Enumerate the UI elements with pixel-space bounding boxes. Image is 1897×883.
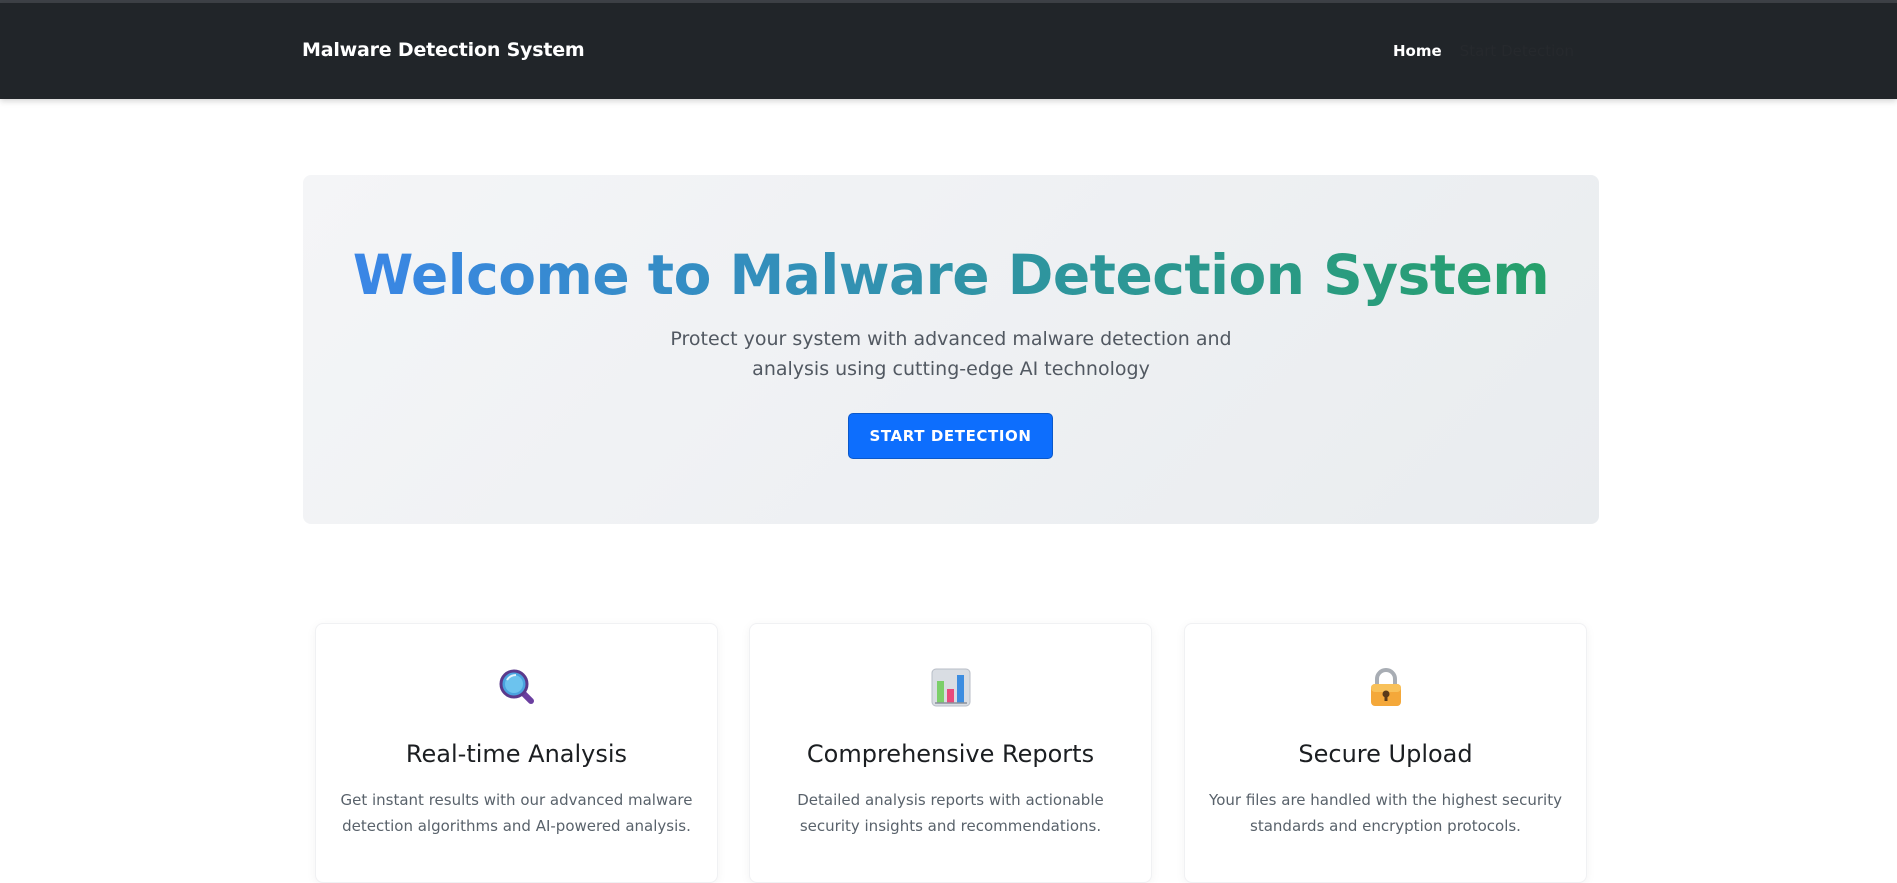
magnifying-glass-icon [497, 667, 537, 707]
feature-card-comprehensive-reports: Comprehensive Reports Detailed analysis … [749, 623, 1152, 883]
hero-title: Welcome to Malware Detection System [303, 242, 1599, 308]
feature-text: Your files are handled with the highest … [1209, 791, 1562, 835]
feature-title: Comprehensive Reports [806, 740, 1095, 768]
feature-text: Get instant results with our advanced ma… [340, 791, 693, 835]
hero-section: Welcome to Malware Detection System Prot… [303, 175, 1599, 524]
nav-link-home[interactable]: Home [1393, 42, 1442, 60]
hero-subtitle: Protect your system with advanced malwar… [670, 328, 1232, 380]
feature-card-secure-upload: Secure Upload Your files are handled wit… [1184, 623, 1587, 883]
feature-title: Real-time Analysis [405, 740, 628, 768]
feature-title: Secure Upload [1298, 740, 1473, 768]
feature-card-realtime-analysis: Real-time Analysis Get instant results w… [315, 623, 718, 883]
feature-text: Detailed analysis reports with actionabl… [797, 791, 1104, 835]
hero-title-text: Welcome to Malware Detection System [352, 243, 1550, 307]
navbar: Malware Detection System Home Start Dete… [0, 3, 1897, 99]
bar-chart-icon [931, 667, 971, 707]
nav-links: Home Start Detection [1393, 42, 1574, 60]
start-detection-button[interactable]: START DETECTION [848, 413, 1053, 459]
brand-link[interactable]: Malware Detection System [302, 39, 585, 61]
lock-icon [1366, 667, 1406, 707]
nav-link-start-detection[interactable]: Start Detection [1460, 42, 1574, 60]
